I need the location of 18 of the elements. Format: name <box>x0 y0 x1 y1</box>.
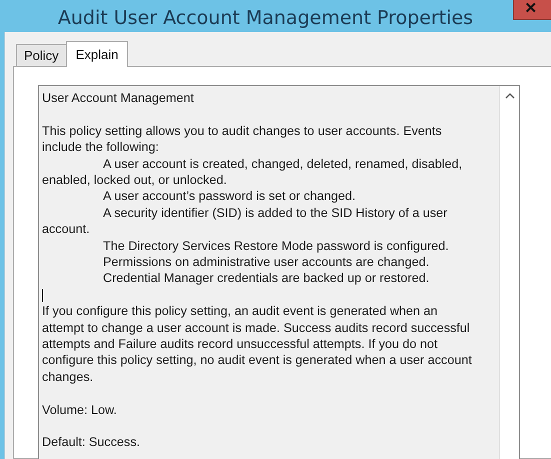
tab[interactable]: Policy <box>16 44 67 66</box>
description-text: If you configure this policy setting, an audit event is generated when an attempt to change a user account is made. Success audits record successful attempts and Failure audits record unsuccessful attempts. If you do not configure this policy setting, no audit event is generated when a user account changes. <box>42 303 473 386</box>
scrollbar[interactable] <box>499 86 519 459</box>
heading-text: User Account Management <box>42 90 195 106</box>
event-item: A security identifier (SID) is added to the SID History of a user account. <box>42 204 448 238</box>
scroll-up-icon[interactable] <box>504 93 514 99</box>
default-text: Default: Success. <box>42 434 141 451</box>
close-button[interactable]: ✕ <box>513 0 551 20</box>
event-item: The Directory Services Restore Mode password is configured. <box>102 238 450 254</box>
window-title: Audit User Account Management Properties <box>58 7 474 29</box>
event-item: A user account’s password is set or changed. <box>102 188 356 205</box>
intro-text: This policy setting allows you to audit changes to user accounts. Events include the following: <box>42 122 443 156</box>
event-item: Permissions on administrative user accounts are changed. <box>102 254 430 270</box>
event-item: A user account is created, changed, deleted, renamed, disabled, enabled, locked out, or unlocked. <box>42 156 464 188</box>
event-item: Credential Manager credentials are backed up or restored. <box>102 270 430 287</box>
volume-text: Volume: Low. <box>42 402 118 418</box>
text-cursor <box>42 288 43 302</box>
tab[interactable]: Explain <box>66 41 128 67</box>
